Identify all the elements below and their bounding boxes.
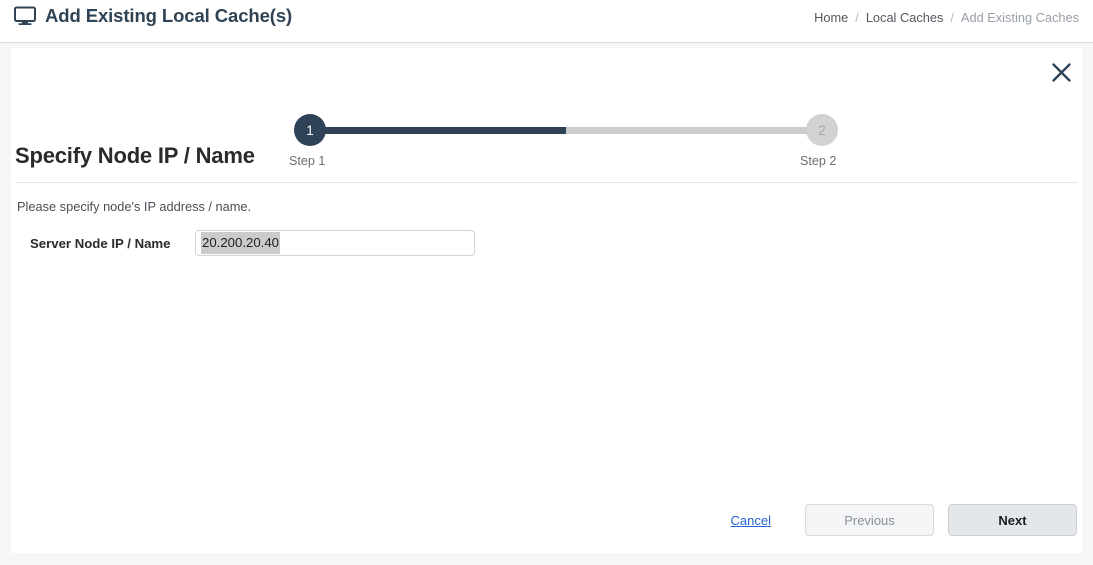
- breadcrumb-separator: /: [950, 10, 954, 25]
- wizard-panel: 1 2 Step 1 Step 2 Specify Node IP / Name…: [11, 48, 1082, 553]
- server-node-label: Server Node IP / Name: [30, 235, 171, 251]
- breadcrumb-item-local-caches[interactable]: Local Caches: [866, 10, 944, 25]
- stepper-node-1[interactable]: 1: [294, 114, 326, 146]
- next-button[interactable]: Next: [948, 504, 1077, 536]
- close-icon: [1051, 62, 1071, 82]
- breadcrumb: Home / Local Caches / Add Existing Cache…: [814, 10, 1079, 25]
- section-heading: Specify Node IP / Name: [15, 143, 255, 168]
- server-node-input-wrap: 20.200.20.40: [195, 230, 475, 256]
- close-button[interactable]: [1046, 57, 1076, 87]
- page-header: Add Existing Local Cache(s) Home / Local…: [0, 0, 1093, 43]
- stepper-track-fill: [310, 127, 566, 134]
- server-node-field-row: Server Node IP / Name 20.200.20.40: [17, 230, 717, 256]
- page-title: Add Existing Local Cache(s): [45, 5, 293, 26]
- stepper-node-1-number: 1: [306, 122, 314, 138]
- breadcrumb-separator: /: [855, 10, 859, 25]
- wizard-stepper: 1 2 Step 1 Step 2: [11, 84, 1082, 168]
- stepper-label-2: Step 2: [800, 154, 837, 168]
- header-title-group: Add Existing Local Cache(s): [14, 5, 292, 27]
- instruction-text: Please specify node's IP address / name.: [17, 199, 252, 214]
- previous-button-label: Previous: [844, 512, 895, 528]
- cancel-link[interactable]: Cancel: [731, 513, 771, 528]
- next-button-label: Next: [998, 512, 1027, 528]
- stepper-node-2-number: 2: [818, 122, 826, 138]
- heading-divider: [15, 182, 1078, 183]
- previous-button[interactable]: Previous: [805, 504, 934, 536]
- breadcrumb-item-add-existing-caches: Add Existing Caches: [960, 10, 1079, 25]
- monitor-icon: [14, 6, 36, 26]
- breadcrumb-item-home[interactable]: Home: [814, 10, 848, 25]
- wizard-footer: Cancel Previous Next: [11, 503, 1082, 537]
- stepper-label-1: Step 1: [289, 154, 326, 168]
- server-node-input[interactable]: [195, 230, 475, 256]
- stepper-node-2[interactable]: 2: [806, 114, 838, 146]
- stepper-track: [310, 127, 822, 134]
